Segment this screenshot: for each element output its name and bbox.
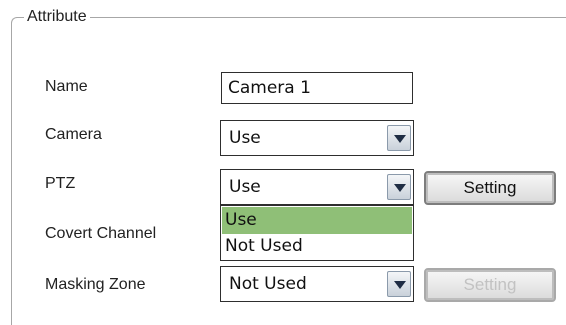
attribute-page: Attribute Name Camera Use PTZ Use Settin… (0, 0, 566, 325)
masking-zone-label: Masking Zone (45, 276, 146, 293)
name-label: Name (45, 78, 88, 95)
covert-channel-label: Covert Channel (45, 225, 157, 242)
ptz-label: PTZ (45, 175, 76, 192)
ptz-dropdown-list: Use Not Used (220, 205, 414, 261)
camera-select[interactable]: Use (220, 120, 414, 156)
camera-label: Camera (45, 126, 102, 143)
camera-select-value: Use (229, 128, 261, 148)
ptz-option-not-used[interactable]: Not Used (222, 233, 412, 260)
masking-zone-setting-button: Setting (424, 268, 556, 302)
masking-zone-select-value: Not Used (229, 274, 307, 294)
name-input[interactable] (221, 72, 413, 104)
attribute-legend: Attribute (24, 7, 90, 27)
ptz-option-use[interactable]: Use (222, 207, 412, 234)
chevron-down-icon[interactable] (387, 125, 411, 151)
chevron-down-icon[interactable] (387, 271, 411, 297)
chevron-down-icon[interactable] (387, 174, 411, 200)
ptz-setting-button[interactable]: Setting (424, 171, 556, 205)
masking-zone-select[interactable]: Not Used (220, 266, 414, 302)
ptz-select[interactable]: Use (220, 169, 414, 205)
ptz-select-value: Use (229, 177, 261, 197)
